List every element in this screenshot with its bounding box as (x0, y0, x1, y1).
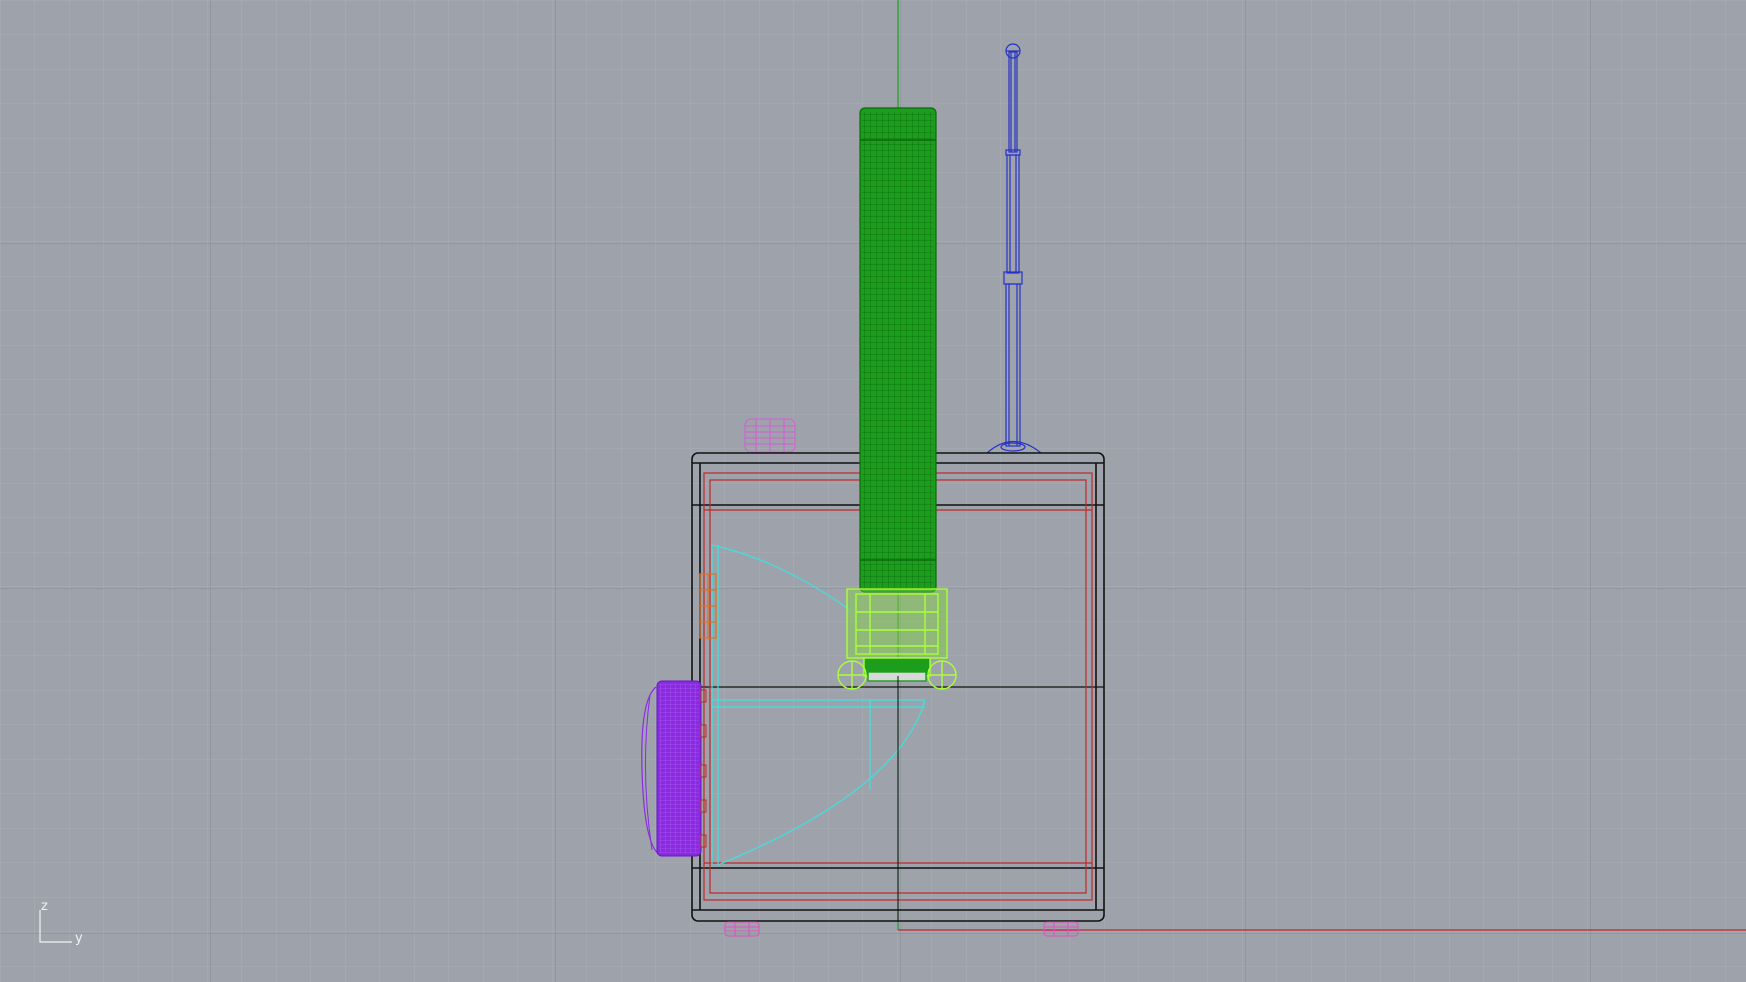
axis-y-label: y (75, 931, 83, 946)
axis-z-label: z (41, 899, 48, 914)
viewport-canvas[interactable]: z y (0, 0, 1746, 982)
rhino-right-viewport[interactable]: z y (0, 0, 1746, 982)
handle-grip[interactable] (859, 107, 937, 593)
